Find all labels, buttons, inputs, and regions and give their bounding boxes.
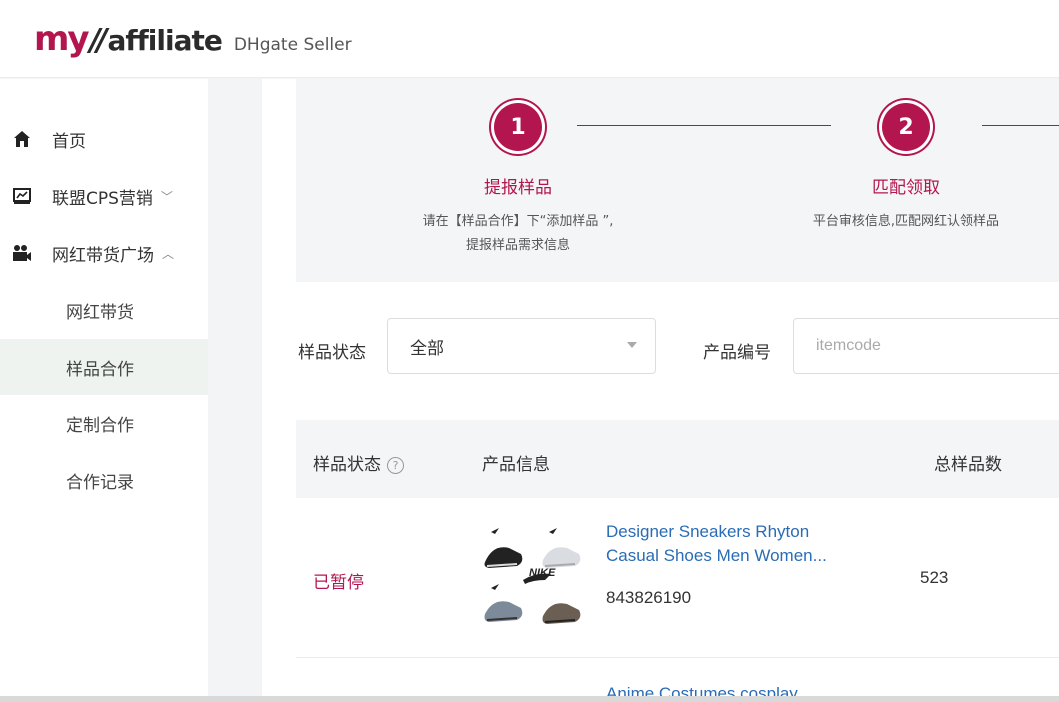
item-code-input[interactable] [793,318,1059,374]
caret-down-icon [627,342,637,348]
logo-subtitle: DHgate Seller [233,34,352,55]
sidebar: 首页 联盟CPS营销 ﹀ 网红带货广场 ︿ 网红带货 样品合作 定制合作 合作记… [0,79,208,702]
table-header: 样品状态? 产品信息 总样品数 [296,420,1059,498]
product-code: 843826190 [606,588,692,607]
status-select-value: 全部 [410,338,444,359]
sidebar-item-label: 网红带货广场 [52,245,154,266]
chart-icon [12,186,32,206]
logo-my: my [34,18,90,59]
product-title-link[interactable]: Designer Sneakers Rhyton Casual Shoes Me… [606,520,896,568]
logo[interactable]: my // affiliate DHgate Seller [34,19,352,59]
step-description: 平台审核信息,匹配网红认领样品 [756,210,1056,234]
step-number: 2 [882,103,930,151]
sidebar-item-label: 联盟CPS营销 [52,188,153,209]
item-code-label: 产品编号 [703,343,771,363]
svg-text:NIKE: NIKE [529,567,556,579]
sidebar-subitem-custom-cooperation[interactable]: 定制合作 [0,395,208,451]
step-description-line: 提报样品需求信息 [465,238,570,253]
sidebar-item-influencer[interactable]: 网红带货广场 ︿ [0,225,208,281]
status-select[interactable]: 全部 [387,318,656,374]
top-bar: my // affiliate DHgate Seller [0,0,1059,78]
total-samples: 523 [920,568,949,587]
sidebar-item-cps[interactable]: 联盟CPS营销 ﹀ [0,168,208,224]
chevron-up-icon: ︿ [162,246,175,261]
status-filter-label: 样品状态 [298,343,366,363]
logo-slash: // [89,22,108,58]
step-description: 请在【样品合作】下“添加样品 ”, 提报样品需求信息 [368,210,668,258]
step-title: 提报样品 [484,178,552,198]
step-number: 1 [494,103,542,151]
chevron-down-icon: ﹀ [160,189,173,204]
video-icon [12,243,32,263]
column-header-label: 样品状态 [313,455,381,475]
step-title: 匹配领取 [872,178,940,198]
logo-affiliate: affiliate [107,23,223,57]
column-header-status: 样品状态? [313,450,404,475]
sidebar-item-home[interactable]: 首页 [0,111,208,167]
product-title-line: Designer Sneakers Rhyton [606,522,810,541]
sidebar-subitem-cooperation-records[interactable]: 合作记录 [0,452,208,508]
column-header-product: 产品信息 [482,455,550,475]
step-1: 1 提报样品 请在【样品合作】下“添加样品 ”, 提报样品需求信息 [368,103,668,258]
product-title-line: Casual Shoes Men Women... [606,546,827,565]
window-bottom-edge [0,696,1059,702]
sample-status: 已暂停 [313,573,364,593]
product-thumbnail[interactable]: NIKE [473,522,593,632]
help-icon[interactable]: ? [387,457,404,474]
home-icon [12,129,32,149]
step-description-line: 平台审核信息,匹配网红认领样品 [812,214,1000,229]
steps-panel: 1 提报样品 请在【样品合作】下“添加样品 ”, 提报样品需求信息 2 匹配领取… [296,79,1059,282]
step-2: 2 匹配领取 平台审核信息,匹配网红认领样品 [756,103,1056,234]
column-header-total: 总样品数 [934,455,1002,475]
sidebar-item-label: 首页 [52,131,86,152]
sidebar-subitem-sample-cooperation[interactable]: 样品合作 [0,339,208,395]
sidebar-subitem-influencer-sales[interactable]: 网红带货 [0,282,208,338]
table-row: 已暂停 NIKE Designer Sneakers Rhyton Casual… [296,498,1059,658]
main-content: 1 提报样品 请在【样品合作】下“添加样品 ”, 提报样品需求信息 2 匹配领取… [262,79,1059,702]
step-description-line: 请在【样品合作】下“添加样品 ”, [422,214,614,229]
